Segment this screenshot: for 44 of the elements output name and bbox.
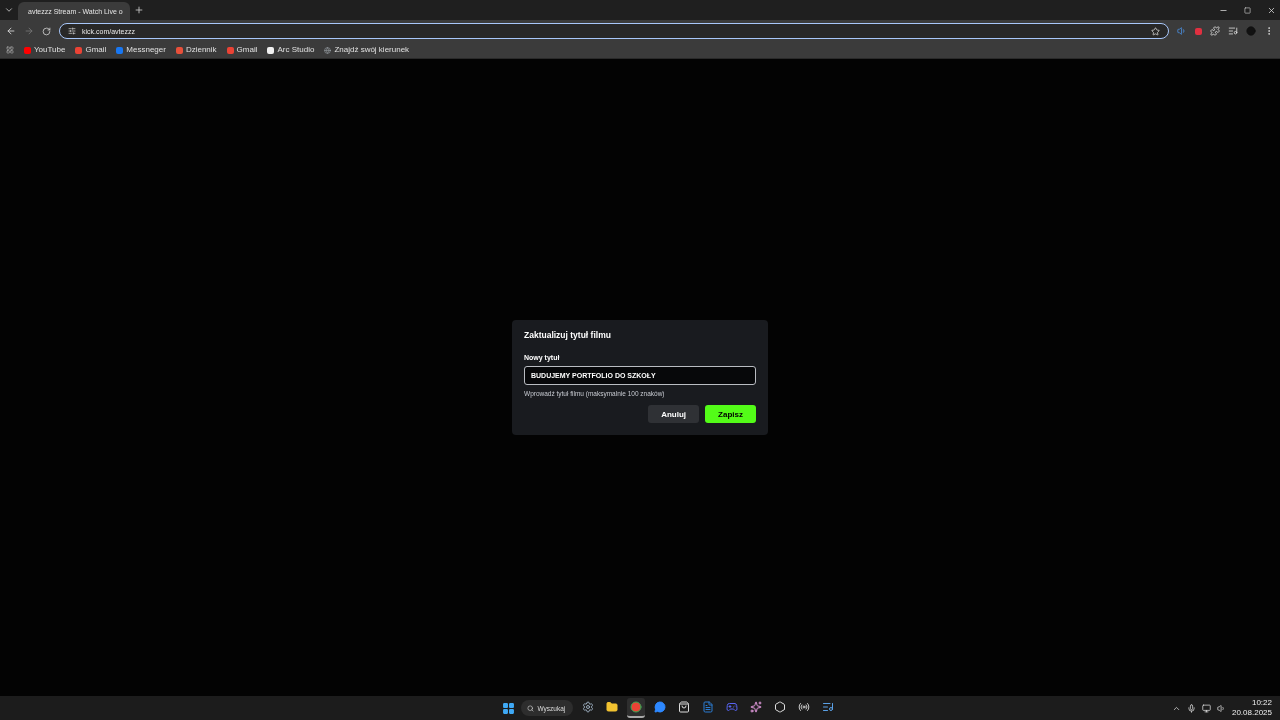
extensions-icon[interactable] xyxy=(1210,26,1220,36)
favicon-icon xyxy=(116,46,124,54)
favicon-icon xyxy=(226,46,234,54)
extension-icon[interactable] xyxy=(1195,27,1202,35)
favicon-icon xyxy=(24,46,31,54)
folder-icon xyxy=(606,701,619,713)
dialog-title: Zaktualizuj tytuł filmu xyxy=(524,330,612,340)
favicon-icon xyxy=(267,46,275,54)
favicon-icon xyxy=(175,46,183,54)
bookmark-link[interactable]: Dziennik xyxy=(175,45,217,55)
search-icon xyxy=(527,704,535,712)
bookmark-link[interactable]: Gmail xyxy=(75,45,107,55)
restore-icon[interactable] xyxy=(1244,6,1251,14)
document-icon xyxy=(702,701,715,713)
browser-icon xyxy=(630,701,643,713)
bookmark-link[interactable]: Znajdź swój kierunek xyxy=(324,45,410,55)
display-icon[interactable] xyxy=(1201,703,1211,713)
bookmark-link[interactable]: Arc Studio xyxy=(267,45,315,55)
shopping-bag-icon xyxy=(678,701,691,713)
site-settings-icon[interactable] xyxy=(68,27,76,35)
microphone-icon[interactable] xyxy=(1186,703,1196,713)
back-icon[interactable] xyxy=(6,26,16,36)
bookmark-link[interactable]: YouTube xyxy=(24,45,66,55)
bookmark-link[interactable]: Gmail xyxy=(226,45,258,55)
clock-date[interactable]: 20.08.2025 xyxy=(1231,708,1272,718)
apps-icon[interactable] xyxy=(6,46,14,54)
clock-time[interactable]: 10:22 xyxy=(1251,698,1272,708)
start-icon[interactable] xyxy=(502,701,516,715)
reload-icon[interactable] xyxy=(42,26,51,36)
tab-list-icon[interactable] xyxy=(4,5,14,15)
bookmark-star-icon[interactable] xyxy=(1151,26,1160,36)
cancel-button[interactable]: Anuluj xyxy=(648,405,700,423)
settings-icon xyxy=(582,701,595,713)
new-tab-icon[interactable] xyxy=(134,5,144,15)
globe-icon xyxy=(324,46,332,54)
hexagon-icon xyxy=(774,701,787,713)
close-window-icon[interactable] xyxy=(1267,5,1276,15)
gamepad-icon xyxy=(726,701,739,713)
bookmark-link[interactable]: Messneger xyxy=(116,45,166,55)
chat-bubble-icon xyxy=(654,701,667,713)
save-button[interactable]: Zapisz xyxy=(705,405,756,423)
sparkle-icon xyxy=(750,701,763,713)
volume-icon[interactable] xyxy=(1216,703,1226,713)
favicon-icon xyxy=(75,46,83,54)
